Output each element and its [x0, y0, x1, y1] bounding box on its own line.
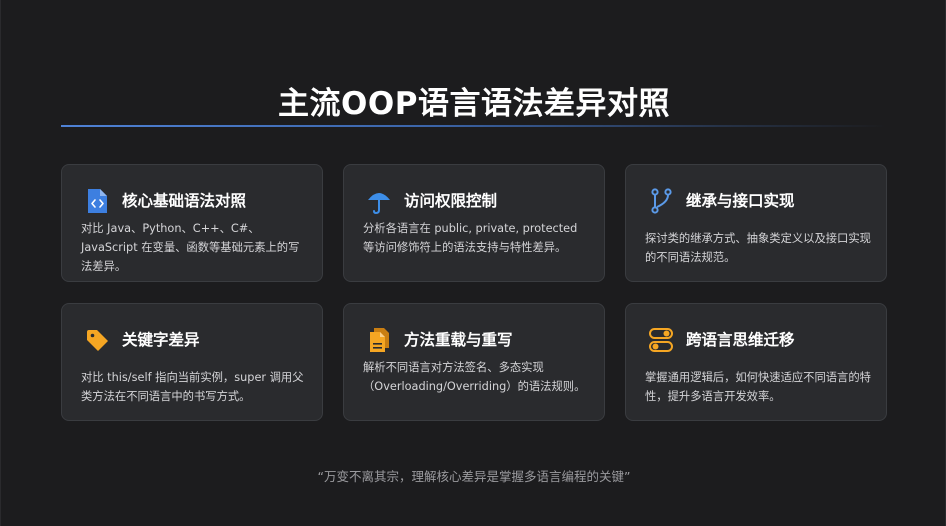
card-title: 访问权限控制	[404, 192, 498, 210]
branch-icon	[648, 187, 674, 215]
card-description: 对比 Java、Python、C++、C#、JavaScript 在变量、函数等…	[81, 222, 300, 273]
toggle-icon	[648, 326, 674, 354]
tag-icon	[84, 326, 110, 354]
card-title: 跨语言思维迁移	[686, 331, 795, 349]
card-title: 核心基础语法对照	[122, 192, 247, 210]
card-keywords: 关键字差异 对比 this/self 指向当前实例，super 调用父类方法在不…	[61, 303, 323, 421]
title-divider	[61, 125, 887, 127]
card-inheritance: 继承与接口实现 探讨类的继承方式、抽象类定义以及接口实现的不同语法规范。	[625, 164, 887, 282]
card-core-syntax: 核心基础语法对照 对比 Java、Python、C++、C#、JavaScrip…	[61, 164, 323, 282]
card-description: 解析不同语言对方法签名、多态实现（Overloading/Overriding）…	[363, 361, 586, 393]
footer-quote: “万变不离其宗，理解核心差异是掌握多语言编程的关键”	[317, 469, 631, 484]
umbrella-icon	[366, 187, 392, 215]
card-title: 关键字差异	[122, 331, 200, 349]
document-icon	[366, 326, 392, 354]
page-title: 主流OOP语言语法差异对照	[278, 86, 670, 122]
card-description: 对比 this/self 指向当前实例，super 调用父类方法在不同语言中的书…	[81, 371, 304, 403]
page: 主流OOP语言语法差异对照 核心基础语法对照 对比 Java、Python、C+…	[0, 0, 946, 526]
code-file-icon	[84, 187, 110, 215]
card-description: 探讨类的继承方式、抽象类定义以及接口实现的不同语法规范。	[645, 232, 871, 264]
card-title: 方法重载与重写	[404, 331, 513, 349]
card-description: 分析各语言在 public, private, protected 等访问修饰符…	[363, 222, 578, 254]
card-title: 继承与接口实现	[686, 192, 795, 210]
card-cross-language: 跨语言思维迁移 掌握通用逻辑后，如何快速适应不同语言的特性，提升多语言开发效率。	[625, 303, 887, 421]
card-access-control: 访问权限控制 分析各语言在 public, private, protected…	[343, 164, 605, 282]
card-description: 掌握通用逻辑后，如何快速适应不同语言的特性，提升多语言开发效率。	[645, 371, 871, 403]
card-overloading: 方法重载与重写 解析不同语言对方法签名、多态实现（Overloading/Ove…	[343, 303, 605, 421]
